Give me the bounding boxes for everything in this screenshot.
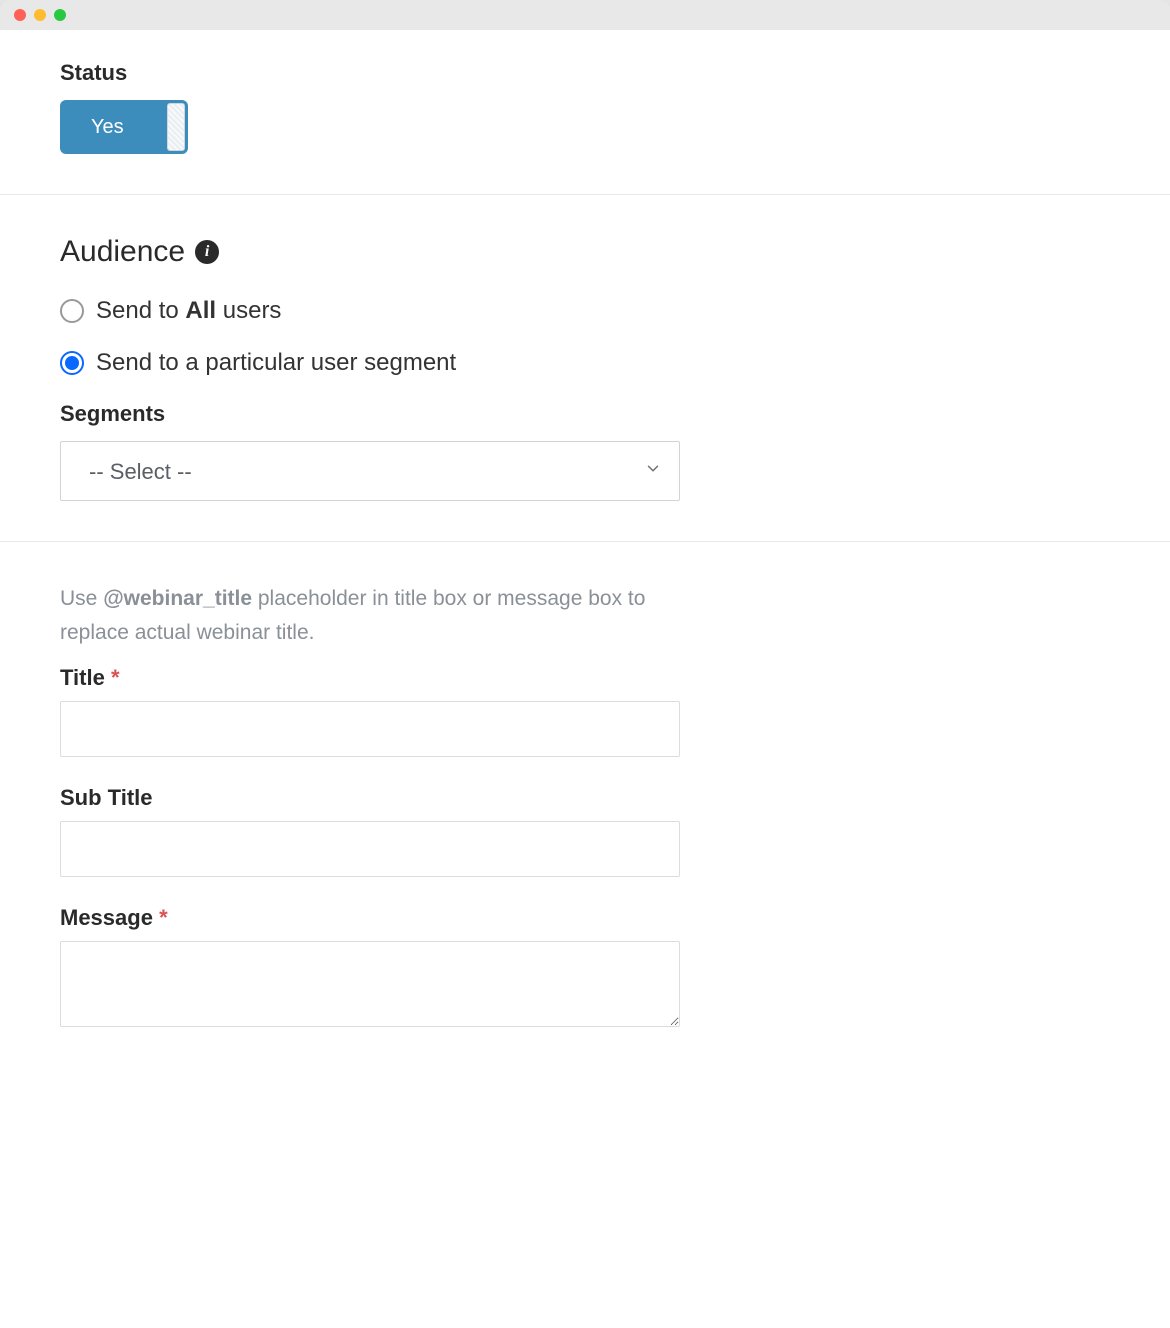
text-fragment-bold: All — [185, 297, 216, 324]
title-input[interactable] — [60, 701, 680, 757]
info-icon[interactable]: i — [195, 240, 219, 264]
window-minimize-icon[interactable] — [34, 9, 46, 21]
text-fragment: Send to — [96, 297, 185, 324]
subtitle-label: Sub Title — [60, 785, 1110, 811]
text-fragment: Use — [60, 587, 103, 610]
segments-select-wrap: -- Select -- — [60, 441, 680, 501]
radio-icon — [60, 351, 84, 375]
window-zoom-icon[interactable] — [54, 9, 66, 21]
segments-select[interactable]: -- Select -- — [60, 441, 680, 501]
label-text: Message — [60, 905, 153, 930]
window-close-icon[interactable] — [14, 9, 26, 21]
message-label: Message * — [60, 905, 1110, 931]
section-divider — [0, 194, 1170, 195]
audience-option-all[interactable]: Send to All users — [60, 297, 1110, 325]
text-fragment-bold: @webinar_title — [103, 587, 252, 610]
status-section: Status Yes — [0, 60, 1170, 154]
titlebar — [0, 0, 1170, 30]
toggle-handle-icon — [167, 103, 185, 151]
text-fragment: users — [216, 297, 281, 324]
required-marker: * — [159, 905, 168, 930]
audience-heading: Audience i — [60, 235, 1110, 269]
form-content: Status Yes Audience i Send to All users — [0, 30, 1170, 1328]
status-label: Status — [60, 60, 1110, 86]
section-divider — [0, 541, 1170, 542]
app-window: Status Yes Audience i Send to All users — [0, 0, 1170, 1328]
required-marker: * — [111, 665, 120, 690]
title-field: Title * — [60, 665, 1110, 757]
status-toggle-value: Yes — [91, 116, 124, 139]
title-label: Title * — [60, 665, 1110, 691]
placeholder-helper-text: Use @webinar_title placeholder in title … — [60, 582, 700, 649]
audience-title-text: Audience — [60, 235, 185, 269]
audience-option-segment[interactable]: Send to a particular user segment — [60, 349, 1110, 377]
subtitle-input[interactable] — [60, 821, 680, 877]
message-field: Message * — [60, 905, 1110, 1032]
segments-label: Segments — [60, 401, 1110, 427]
radio-icon — [60, 299, 84, 323]
label-text: Title — [60, 665, 105, 690]
subtitle-field: Sub Title — [60, 785, 1110, 877]
message-textarea[interactable] — [60, 941, 680, 1027]
message-section: Use @webinar_title placeholder in title … — [0, 582, 1170, 1032]
audience-section: Audience i Send to All users Send to a p… — [0, 235, 1170, 501]
audience-option-segment-label: Send to a particular user segment — [96, 349, 456, 377]
audience-option-all-label: Send to All users — [96, 297, 281, 325]
status-toggle[interactable]: Yes — [60, 100, 188, 154]
